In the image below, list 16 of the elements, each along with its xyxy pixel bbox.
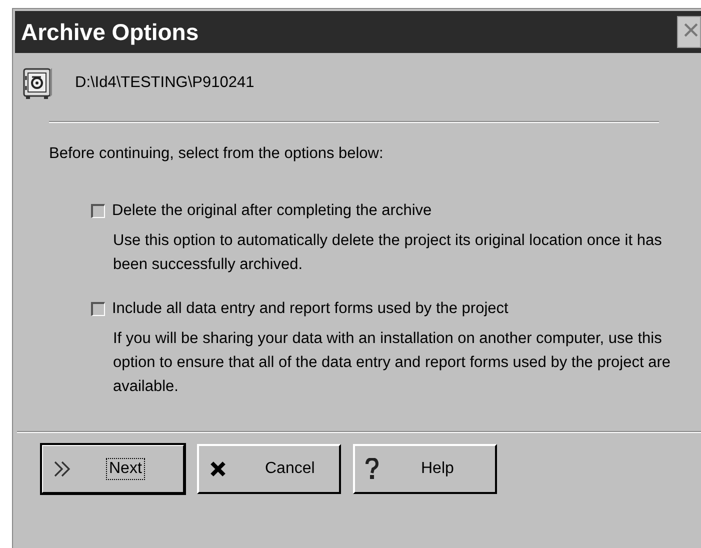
- checkbox[interactable]: [91, 204, 105, 218]
- help-button[interactable]: Help: [353, 444, 497, 494]
- safe-icon: [21, 66, 53, 100]
- window-title: Archive Options: [20, 18, 199, 46]
- x-icon: [209, 460, 227, 478]
- option-description: If you will be sharing your data with an installation on another computer, use this option to ensure that all of the data entry and report forms used by the project are available.: [113, 329, 672, 397]
- cancel-button[interactable]: Cancel: [197, 444, 341, 494]
- next-button[interactable]: Next: [41, 444, 185, 494]
- double-chevron-icon: [53, 460, 73, 478]
- question-mark-icon: [365, 458, 379, 480]
- archive-path: D:\Id4\TESTING\P910241: [75, 74, 254, 92]
- option-description: Use this option to automatically delete the project its original location once it has been successfully archived.: [113, 231, 663, 275]
- checkbox[interactable]: [91, 302, 105, 316]
- checkbox-label[interactable]: Include all data entry and report forms used by the project: [112, 300, 508, 318]
- checkbox-label[interactable]: Delete the original after completing the archive: [112, 202, 432, 220]
- instruction-text: Before continuing, select from the options below:: [49, 145, 384, 163]
